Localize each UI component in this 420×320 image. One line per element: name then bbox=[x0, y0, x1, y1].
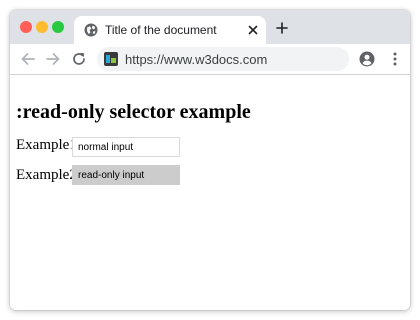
w3docs-site-icon bbox=[104, 52, 118, 66]
tab-active[interactable]: Title of the document bbox=[74, 16, 266, 44]
account-icon[interactable] bbox=[359, 51, 375, 67]
page-heading: :read-only selector example bbox=[16, 101, 251, 123]
plus-icon[interactable] bbox=[276, 22, 288, 34]
read-only-input[interactable] bbox=[72, 165, 180, 185]
maximize-window-button[interactable] bbox=[52, 21, 64, 33]
browser-window: Title of the document https://www.w3docs… bbox=[10, 10, 410, 310]
globe-icon bbox=[84, 23, 98, 37]
url-text[interactable]: https://www.w3docs.com bbox=[125, 52, 267, 67]
example2-label: Example2 bbox=[16, 167, 77, 183]
close-icon[interactable] bbox=[247, 24, 259, 36]
arrow-right-icon[interactable] bbox=[45, 51, 61, 67]
screenshot-stage: Title of the document https://www.w3docs… bbox=[0, 0, 420, 320]
reload-icon[interactable] bbox=[71, 51, 87, 67]
page-content: :read-only selector example Example1 Exa… bbox=[10, 75, 410, 310]
example1-label: Example1 bbox=[16, 137, 77, 153]
tab-strip: Title of the document bbox=[10, 10, 410, 44]
normal-input[interactable] bbox=[72, 137, 180, 157]
close-window-button[interactable] bbox=[20, 21, 32, 33]
address-bar[interactable]: https://www.w3docs.com bbox=[97, 47, 349, 71]
tab-title: Title of the document bbox=[105, 23, 217, 37]
minimize-window-button[interactable] bbox=[36, 21, 48, 33]
kebab-menu-icon[interactable] bbox=[387, 51, 403, 67]
arrow-left-icon[interactable] bbox=[20, 51, 36, 67]
browser-toolbar: https://www.w3docs.com bbox=[10, 44, 410, 75]
